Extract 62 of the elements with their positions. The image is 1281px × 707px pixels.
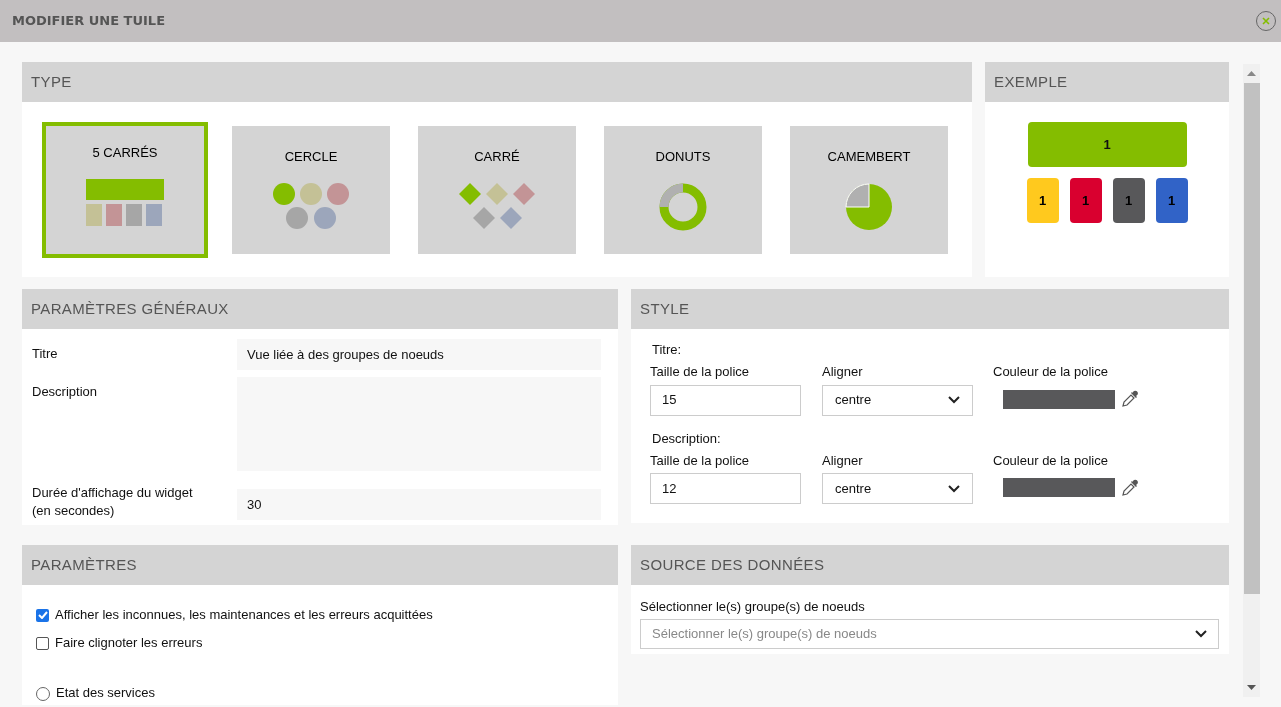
circles-icon	[273, 182, 349, 231]
field-label: Aligner	[822, 363, 864, 381]
font-size-input[interactable]: 15	[650, 384, 801, 416]
checkbox[interactable]	[36, 608, 49, 622]
example-small-tile: 1	[1026, 178, 1059, 223]
field-label: Couleur de la police	[993, 363, 1109, 381]
panel-header: PARAMÈTRES GÉNÉRAUX	[22, 289, 618, 329]
panel-header: PARAMÈTRES	[22, 545, 618, 585]
tile-type-option[interactable]: CARRÉ	[418, 126, 576, 254]
tile-type-option[interactable]: 5 CARRÉS	[42, 122, 208, 258]
field-label: Aligner	[822, 451, 864, 470]
chevron-down-icon	[948, 484, 960, 493]
checkmark-icon	[37, 611, 48, 619]
panel-header: SOURCE DES DONNÉES	[631, 545, 1229, 585]
diamonds-icon	[459, 182, 535, 231]
option-label: Faire clignoter les erreurs	[55, 634, 203, 653]
five-squares-icon	[86, 178, 164, 227]
text-input-field[interactable]: 30	[237, 489, 601, 520]
eyedropper-icon[interactable]	[1121, 390, 1139, 408]
window-title: MODIFIER UNE TUILE	[12, 12, 166, 31]
color-swatch[interactable]	[1003, 478, 1115, 497]
field-label: Titre	[32, 345, 59, 363]
select-value: centre	[835, 479, 872, 498]
align-select[interactable]: centre	[822, 473, 973, 504]
field-label: Description	[32, 383, 99, 401]
pie-chart-icon	[845, 182, 893, 231]
example-main-tile: 1	[1027, 122, 1187, 167]
checkbox[interactable]	[36, 636, 49, 650]
select-value: centre	[835, 391, 872, 410]
scroll-down-arrow-icon[interactable]	[1247, 685, 1256, 690]
scrollbar-thumb[interactable]	[1243, 83, 1260, 594]
close-icon	[1262, 17, 1270, 25]
donut-chart-icon	[659, 182, 707, 231]
tile-type-option[interactable]: CERCLE	[232, 126, 390, 254]
group-heading: Titre:	[651, 341, 683, 359]
tile-type-option[interactable]: DONUTS	[604, 126, 762, 254]
option-label: Etat des services	[56, 684, 155, 702]
field-label: Durée d'affichage du widget (en secondes)	[32, 484, 194, 520]
example-small-tile: 1	[1112, 178, 1145, 223]
eyedropper-icon[interactable]	[1121, 478, 1139, 497]
select-placeholder: Sélectionner le(s) groupe(s) de noeuds	[652, 624, 877, 643]
chevron-down-icon	[1195, 629, 1207, 638]
text-input-field[interactable]: Vue liée à des groupes de noeuds	[237, 339, 601, 370]
field-label: Couleur de la police	[993, 451, 1109, 470]
scroll-up-arrow-icon[interactable]	[1247, 71, 1256, 76]
align-select[interactable]: centre	[822, 384, 973, 416]
panel-header: STYLE	[631, 289, 1229, 329]
tile-type-option[interactable]: CAMEMBERT	[790, 126, 948, 254]
panel-header: EXEMPLE	[985, 62, 1229, 102]
example-small-tile: 1	[1155, 178, 1188, 223]
chevron-down-icon	[948, 396, 960, 404]
example-small-tile: 1	[1069, 178, 1102, 223]
color-swatch[interactable]	[1003, 389, 1115, 409]
node-group-select[interactable]: Sélectionner le(s) groupe(s) de noeuds	[640, 618, 1219, 649]
option-label: Afficher les inconnues, les maintenances et les erreurs acquittées	[55, 606, 433, 625]
panel-header: TYPE	[22, 62, 972, 102]
field-label: Taille de la police	[650, 451, 750, 470]
group-heading: Description:	[651, 429, 722, 448]
field-label: Taille de la police	[650, 363, 750, 381]
scrollbar[interactable]	[1243, 64, 1260, 697]
font-size-input[interactable]: 12	[650, 473, 801, 504]
field-label: Sélectionner le(s) groupe(s) de noeuds	[640, 598, 866, 616]
